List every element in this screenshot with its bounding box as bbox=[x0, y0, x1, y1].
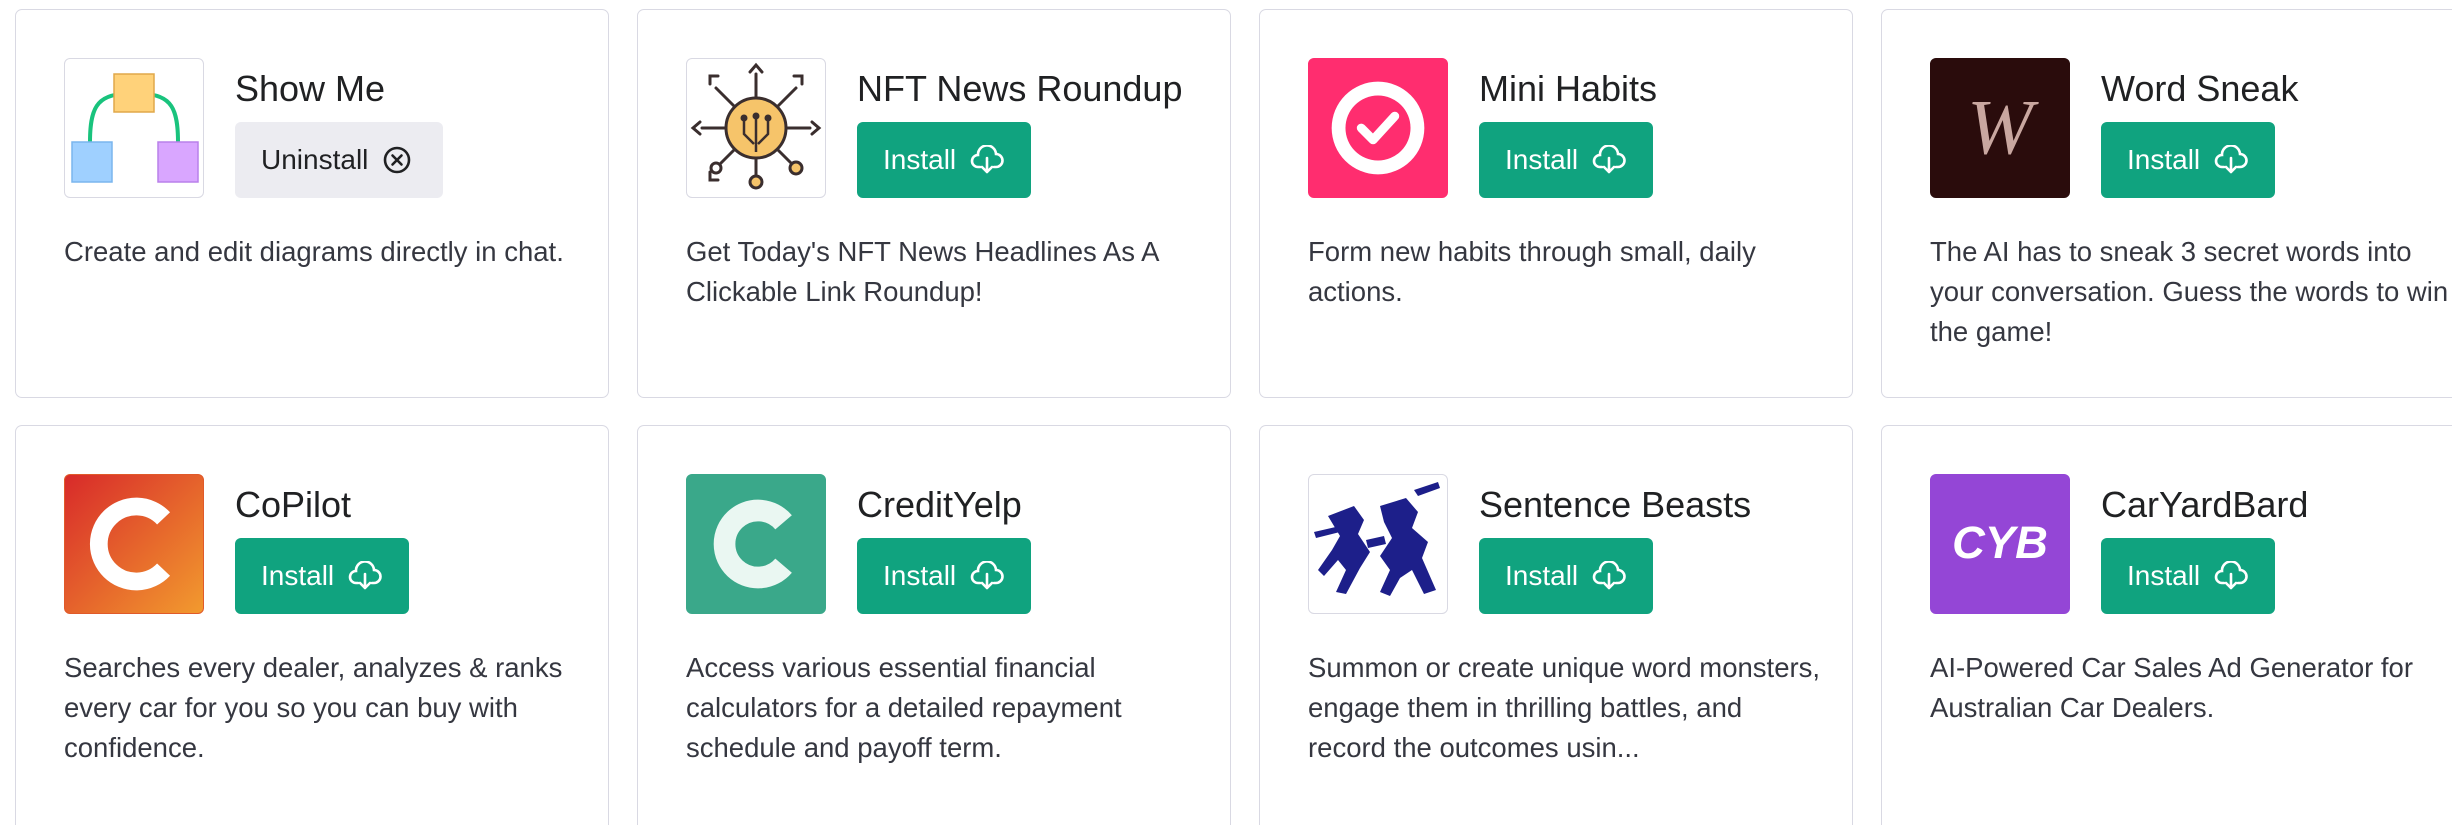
plugin-title: CoPilot bbox=[235, 484, 352, 525]
plugin-title: NFT News Roundup bbox=[857, 68, 1183, 109]
download-cloud-icon bbox=[2214, 145, 2248, 175]
network-hub-logo-icon bbox=[686, 58, 826, 198]
button-label: Install bbox=[883, 560, 957, 591]
w-letter-logo-icon: W bbox=[1930, 58, 2070, 198]
c-green-logo-icon bbox=[686, 474, 826, 614]
plugin-description: Access various essential financial calcu… bbox=[686, 652, 1122, 763]
install-button[interactable]: Install bbox=[1479, 538, 1653, 614]
plugin-description: The AI has to sneak 3 secret words into … bbox=[1930, 236, 2449, 347]
plugin-title: Show Me bbox=[235, 68, 386, 109]
button-label: Install bbox=[1505, 560, 1579, 591]
plugin-title: Word Sneak bbox=[2101, 68, 2299, 109]
download-cloud-icon bbox=[1592, 145, 1626, 175]
button-label: Install bbox=[2127, 144, 2201, 175]
cyb-logo-icon: CYB bbox=[1930, 474, 2070, 614]
plugin-description: AI-Powered Car Sales Ad Generator for Au… bbox=[1930, 652, 2414, 723]
download-cloud-icon bbox=[2214, 561, 2248, 591]
plugin-title: CreditYelp bbox=[857, 484, 1022, 525]
plugin-card-sentence-beasts[interactable]: Sentence Beasts Install Summon or create… bbox=[1259, 425, 1853, 825]
button-label: Install bbox=[1505, 144, 1579, 175]
download-cloud-icon bbox=[970, 561, 1004, 591]
cyb-logo-text: CYB bbox=[1952, 517, 2048, 568]
plugin-description: Searches every dealer, analyzes & ranks … bbox=[64, 652, 563, 763]
plugin-card-credityelp[interactable]: CreditYelp Install Access various essent… bbox=[637, 425, 1231, 825]
download-cloud-icon bbox=[348, 561, 382, 591]
install-button[interactable]: Install bbox=[2101, 122, 2275, 198]
download-cloud-icon bbox=[970, 145, 1004, 175]
checkmark-logo-icon bbox=[1308, 58, 1448, 198]
install-button[interactable]: Install bbox=[2101, 538, 2275, 614]
button-label: Install bbox=[2127, 560, 2201, 591]
install-button[interactable]: Install bbox=[857, 538, 1031, 614]
plugin-title: Sentence Beasts bbox=[1479, 484, 1752, 525]
button-label: Install bbox=[883, 144, 957, 175]
plugin-card-word-sneak[interactable]: W Word Sneak Install The AI has to sneak… bbox=[1881, 9, 2452, 398]
plugin-description: Get Today's NFT News Headlines As A Clic… bbox=[686, 236, 1158, 307]
install-button[interactable]: Install bbox=[235, 538, 409, 614]
c-orange-logo-icon bbox=[64, 474, 204, 614]
plugin-card-mini-habits[interactable]: Mini Habits Install Form new habits thro… bbox=[1259, 9, 1853, 398]
svg-text:W: W bbox=[1967, 85, 2039, 172]
plugin-description: Create and edit diagrams directly in cha… bbox=[64, 236, 564, 267]
button-label: Install bbox=[261, 560, 335, 591]
warriors-logo-icon bbox=[1308, 474, 1448, 614]
uninstall-button[interactable]: Uninstall bbox=[235, 122, 443, 198]
install-button[interactable]: Install bbox=[1479, 122, 1653, 198]
circle-x-icon bbox=[382, 145, 412, 175]
diagram-logo-icon bbox=[64, 58, 204, 198]
plugin-card-copilot[interactable]: CoPilot Install Searches every dealer, a… bbox=[15, 425, 609, 825]
plugin-grid: Show Me Uninstall Create and edit diagra… bbox=[0, 0, 2452, 825]
plugin-card-nft-news-roundup[interactable]: NFT News Roundup Install Get Today's NFT… bbox=[637, 9, 1231, 398]
button-label: Uninstall bbox=[261, 144, 369, 175]
install-button[interactable]: Install bbox=[857, 122, 1031, 198]
download-cloud-icon bbox=[1592, 561, 1626, 591]
plugin-description: Form new habits through small, daily act… bbox=[1308, 236, 1756, 307]
plugin-title: CarYardBard bbox=[2101, 484, 2309, 525]
plugin-card-show-me[interactable]: Show Me Uninstall Create and edit diagra… bbox=[15, 9, 609, 398]
plugin-title: Mini Habits bbox=[1479, 68, 1658, 109]
plugin-description: Summon or create unique word monsters, e… bbox=[1308, 652, 1821, 763]
plugin-card-caryardbard[interactable]: CYB CarYardBard Install AI-Powered Car S… bbox=[1881, 425, 2452, 825]
